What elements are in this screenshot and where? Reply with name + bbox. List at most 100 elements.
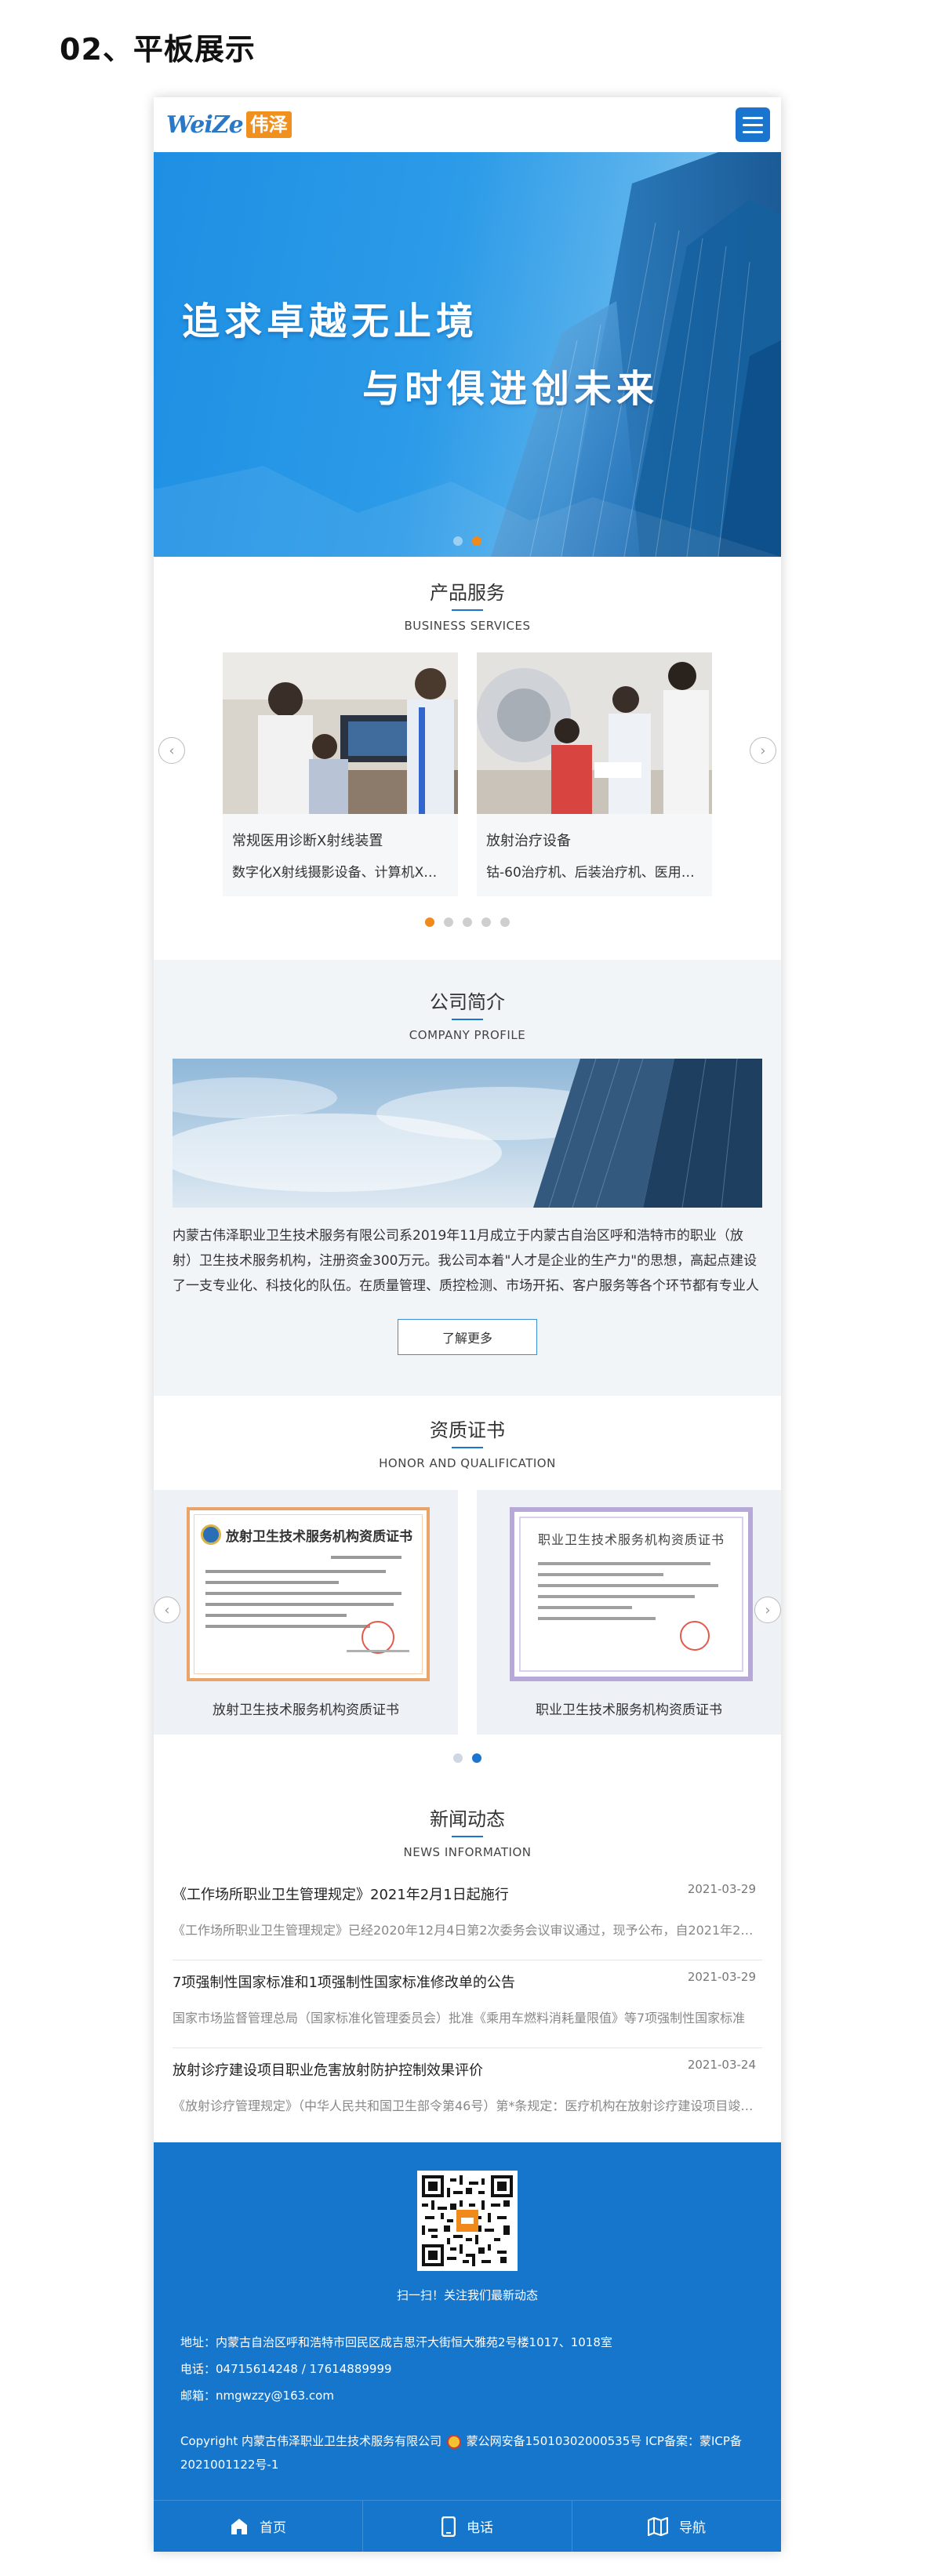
banner-dot[interactable]: [453, 536, 463, 546]
page-heading: 02、平板展示: [60, 32, 256, 67]
product-image: [477, 652, 712, 814]
products-title: 产品服务 BUSINESS SERVICES: [154, 577, 781, 633]
footer-address: 地址：内蒙古自治区呼和浩特市回民区成吉思汗大街恒大雅苑2号楼1017、1018室: [180, 2335, 612, 2349]
about-title-cn: 公司简介: [430, 986, 505, 1020]
logo-cn: 伟泽: [245, 111, 292, 138]
news-item-date: 2021-03-29: [687, 1882, 756, 1896]
product-card[interactable]: 放射治疗设备 钴-60治疗机、后装治疗机、医用电子加速器: [477, 652, 712, 896]
nav-map[interactable]: 导航: [572, 2501, 781, 2552]
certificate-image: 职业卫生技术服务机构资质证书: [510, 1507, 753, 1681]
certificate-body-lines: [538, 1562, 718, 1651]
site-header: WeiZe 伟泽: [154, 97, 781, 152]
news-item-desc: 《工作场所职业卫生管理规定》已经2020年12月4日第2次委务会议审议通过，现予…: [173, 1923, 762, 1938]
logo[interactable]: WeiZe 伟泽: [166, 111, 292, 139]
nav-home-label: 首页: [260, 2520, 286, 2536]
news-list: 《工作场所职业卫生管理规定》2021年2月1日起施行 2021-03-29 《工…: [173, 1873, 762, 2136]
chevron-right-icon: ›: [760, 742, 766, 759]
news-title-cn: 新闻动态: [430, 1804, 505, 1837]
product-image: [223, 652, 458, 814]
honors-pagination: [154, 1753, 781, 1763]
learn-more-button[interactable]: 了解更多: [398, 1319, 537, 1355]
news-item-title[interactable]: 放射诊疗建设项目职业危害放射防护控制效果评价: [173, 2059, 643, 2080]
bottom-nav: 首页 电话 导航: [154, 2500, 781, 2552]
products-title-cn: 产品服务: [430, 577, 505, 611]
news-item-title[interactable]: 7项强制性国家标准和1项强制性国家标准修改单的公告: [173, 1971, 643, 1992]
about-text: 内蒙古伟泽职业卫生技术服务有限公司系2019年11月成立于内蒙古自治区呼和浩特市…: [173, 1228, 759, 1294]
contact-info: 地址：内蒙古自治区呼和浩特市回民区成吉思汗大街恒大雅苑2号楼1017、1018室…: [180, 2329, 761, 2409]
chevron-left-icon: ‹: [169, 742, 175, 759]
news-item-desc: 国家市场监督管理总局（国家标准化管理委员会）批准《乘用车燃料消耗量限值》等7项强…: [173, 2011, 746, 2026]
product-card[interactable]: 常规医用诊断X射线装置 数字化X射线摄影设备、计算机X射线摄影设备: [223, 652, 458, 896]
chevron-right-icon: ›: [765, 1601, 771, 1619]
honor-name: 职业卫生技术服务机构资质证书: [536, 1702, 722, 1718]
honors-title-en: HONOR AND QUALIFICATION: [379, 1456, 556, 1470]
certificate-heading: 放射卫生技术服务机构资质证书: [226, 1528, 412, 1545]
nav-home[interactable]: 首页: [154, 2501, 363, 2552]
police-record-link[interactable]: 蒙公网安备15010302000535号: [467, 2434, 642, 2448]
qr-caption: 扫一扫！关注我们最新动态: [396, 2288, 538, 2302]
product-list: 常规医用诊断X射线装置 数字化X射线摄影设备、计算机X射线摄影设备: [223, 652, 712, 896]
honors-next-button[interactable]: ›: [754, 1597, 781, 1623]
about-title-en: COMPANY PROFILE: [409, 1028, 526, 1042]
products-section: 产品服务 BUSINESS SERVICES ‹ › 常规医用诊断X射线装置 数…: [154, 557, 781, 960]
news-item[interactable]: 7项强制性国家标准和1项强制性国家标准修改单的公告 2021-03-29 国家市…: [173, 1960, 762, 2048]
emblem-icon: [201, 1524, 221, 1545]
honor-card[interactable]: 职业卫生技术服务机构资质证书 职业卫生技术服务机构资质证书: [477, 1490, 781, 1735]
certificate-body-lines: [205, 1556, 409, 1654]
footer-phone[interactable]: 电话：04715614248 / 17614889999: [180, 2356, 761, 2382]
honors-title: 资质证书 HONOR AND QUALIFICATION: [154, 1415, 781, 1470]
products-dot-active[interactable]: [425, 917, 434, 927]
hamburger-icon: [743, 116, 763, 119]
products-dot[interactable]: [463, 917, 472, 927]
honors-prev-button[interactable]: ‹: [154, 1597, 180, 1623]
honor-list: 放射卫生技术服务机构资质证书 放射卫生技术服务机构资质证书 职业卫生技术服务机构…: [154, 1490, 781, 1735]
about-image: [173, 1059, 762, 1208]
honor-card[interactable]: 放射卫生技术服务机构资质证书 放射卫生技术服务机构资质证书: [154, 1490, 458, 1735]
product-desc: 钴-60治疗机、后装治疗机、医用电子加速器: [486, 865, 712, 881]
banner-dot-active[interactable]: [472, 536, 481, 546]
honors-dot-active[interactable]: [472, 1753, 481, 1763]
news-item[interactable]: 放射诊疗建设项目职业危害放射防护控制效果评价 2021-03-24 《放射诊疗管…: [173, 2048, 762, 2136]
products-prev-button[interactable]: ‹: [158, 737, 185, 764]
honors-dot[interactable]: [453, 1753, 463, 1763]
menu-button[interactable]: [736, 107, 770, 142]
site-footer: 扫一扫！关注我们最新动态 地址：内蒙古自治区呼和浩特市回民区成吉思汗大街恒大雅苑…: [154, 2142, 781, 2552]
hero-banner[interactable]: 追求卓越无止境 与时俱进创未来: [154, 152, 781, 557]
products-dot[interactable]: [500, 917, 510, 927]
nav-phone[interactable]: 电话: [363, 2501, 572, 2552]
footer-email[interactable]: 邮箱：nmgwzzy@163.com: [180, 2382, 761, 2409]
products-pagination: [154, 917, 781, 927]
hamburger-icon: [743, 130, 763, 133]
certificate-image: 放射卫生技术服务机构资质证书: [187, 1507, 430, 1681]
chevron-left-icon: ‹: [164, 1601, 170, 1619]
news-item-title[interactable]: 《工作场所职业卫生管理规定》2021年2月1日起施行: [173, 1884, 643, 1904]
nav-map-label: 导航: [679, 2520, 706, 2536]
banner-slogan-line2: 与时俱进创未来: [362, 367, 659, 411]
copyright-text: Copyright 内蒙古伟泽职业卫生技术服务有限公司: [180, 2434, 442, 2448]
tablet-frame: WeiZe 伟泽 追求卓越无止境 与时俱进创未来 产品服务 BUSINESS S…: [154, 97, 781, 2552]
products-next-button[interactable]: ›: [750, 737, 776, 764]
home-icon: [231, 2518, 247, 2534]
products-title-en: BUSINESS SERVICES: [404, 619, 531, 633]
news-item[interactable]: 《工作场所职业卫生管理规定》2021年2月1日起施行 2021-03-29 《工…: [173, 1873, 762, 1960]
about-title: 公司简介 COMPANY PROFILE: [154, 986, 781, 1042]
banner-slogan-line1: 追求卓越无止境: [182, 300, 479, 343]
honors-title-cn: 资质证书: [430, 1415, 505, 1448]
certificate-heading: 职业卫生技术服务机构资质证书: [537, 1532, 725, 1547]
map-icon: [648, 2516, 668, 2536]
nav-phone-label: 电话: [467, 2520, 493, 2536]
products-dot[interactable]: [481, 917, 491, 927]
products-dot[interactable]: [444, 917, 453, 927]
honors-section: 资质证书 HONOR AND QUALIFICATION 放射卫生技术服务机构资…: [154, 1396, 781, 1788]
news-title-en: NEWS INFORMATION: [403, 1845, 532, 1859]
news-item-date: 2021-03-29: [687, 1970, 756, 1984]
news-title: 新闻动态 NEWS INFORMATION: [154, 1804, 781, 1859]
news-item-date: 2021-03-24: [687, 2058, 756, 2072]
phone-icon: [441, 2516, 456, 2537]
banner-pagination: [154, 536, 781, 546]
news-section: 新闻动态 NEWS INFORMATION 《工作场所职业卫生管理规定》2021…: [154, 1788, 781, 2142]
product-desc: 数字化X射线摄影设备、计算机X射线摄影设备: [232, 865, 458, 881]
qr-code: [417, 2171, 518, 2271]
honor-name: 放射卫生技术服务机构资质证书: [213, 1702, 399, 1718]
product-name: 常规医用诊断X射线装置: [232, 833, 383, 849]
